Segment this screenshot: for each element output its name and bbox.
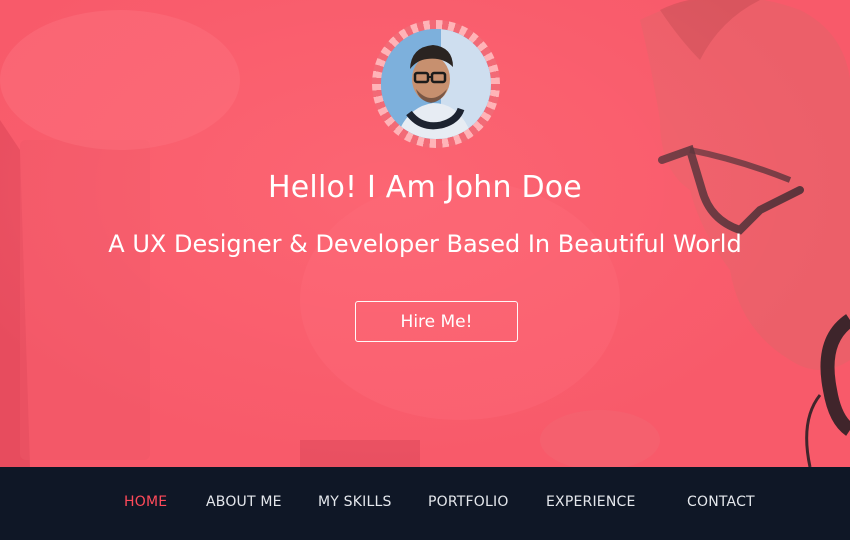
hero-greeting: Hello! I Am John Doe [268, 170, 582, 205]
main-navigation: HOME ABOUT ME MY SKILLS PORTFOLIO EXPERI… [0, 467, 850, 540]
nav-item-experience[interactable]: EXPERIENCE [546, 494, 636, 510]
nav-item-my-skills[interactable]: MY SKILLS [318, 494, 392, 510]
avatar-frame [372, 20, 500, 148]
hero-tagline: A UX Designer & Developer Based In Beaut… [108, 230, 742, 258]
nav-item-home[interactable]: HOME [124, 494, 167, 510]
avatar [381, 29, 491, 139]
nav-item-portfolio[interactable]: PORTFOLIO [428, 494, 509, 510]
nav-item-contact[interactable]: CONTACT [687, 494, 755, 510]
hero-section: Hello! I Am John Doe A UX Designer & Dev… [0, 0, 850, 467]
hire-me-button[interactable]: Hire Me! [355, 301, 518, 342]
avatar-portrait [381, 29, 491, 139]
nav-item-about-me[interactable]: ABOUT ME [206, 494, 282, 510]
